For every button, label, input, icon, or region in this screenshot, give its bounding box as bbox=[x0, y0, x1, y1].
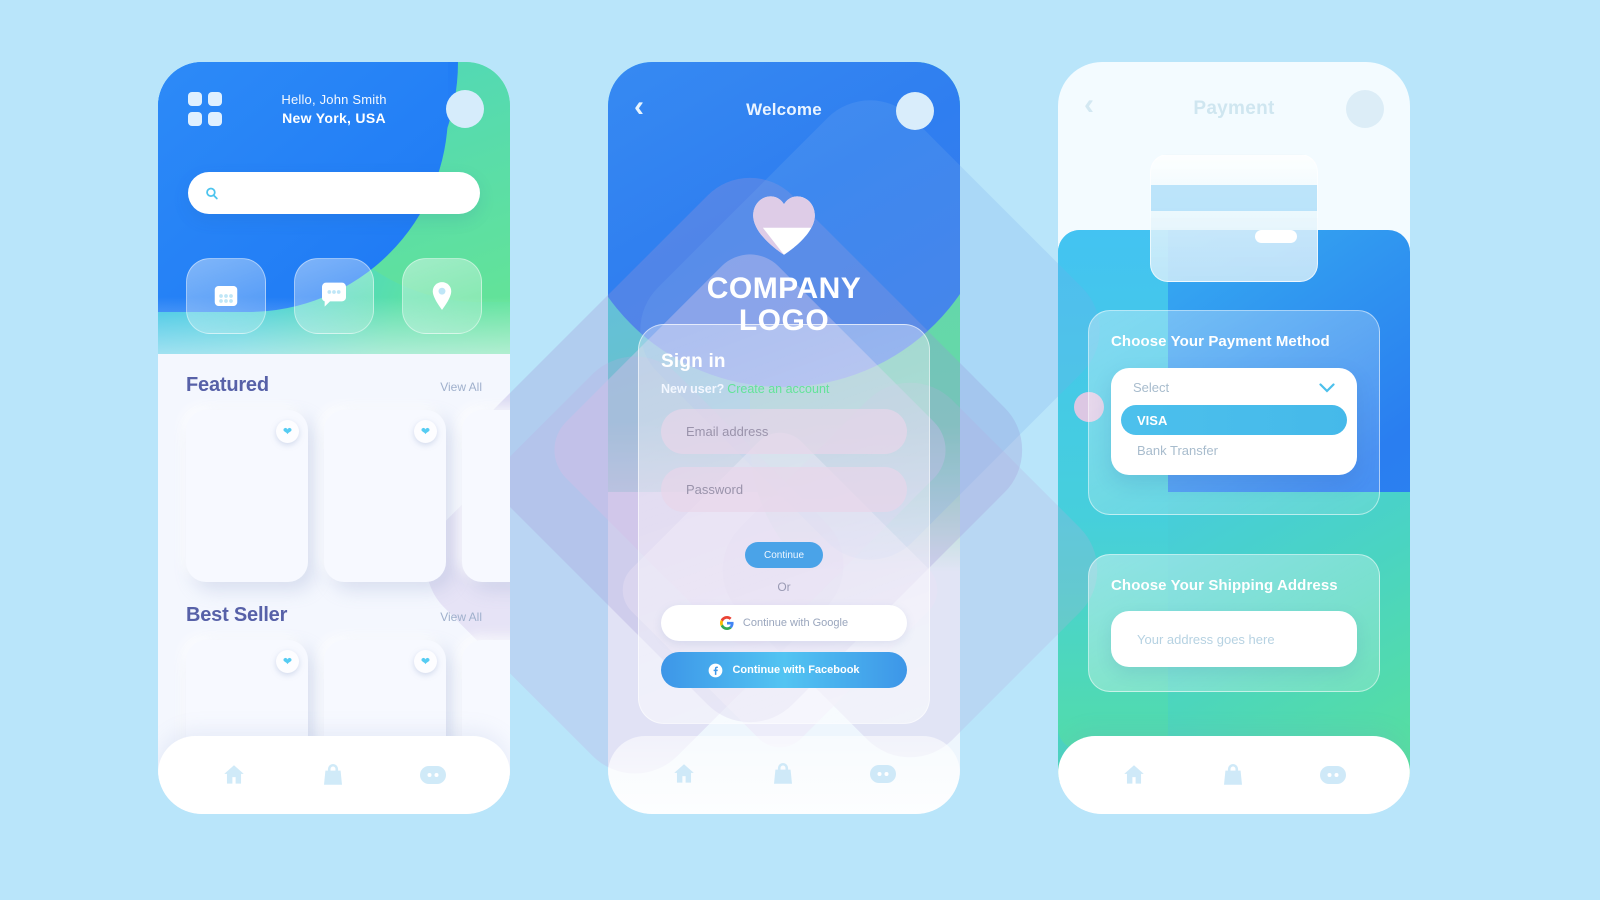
chat-bubble-icon-glyph bbox=[321, 282, 346, 307]
home-topbar: Hello, John Smith New York, USA bbox=[158, 62, 510, 182]
dropdown-placeholder: Select bbox=[1133, 380, 1170, 396]
bottom-nav bbox=[1058, 736, 1410, 814]
home-icon bbox=[674, 763, 694, 783]
nav-more-button[interactable] bbox=[869, 763, 897, 788]
search-bar[interactable] bbox=[188, 172, 480, 214]
heart-icon[interactable]: ❤ bbox=[276, 420, 299, 443]
heart-icon[interactable]: ❤ bbox=[276, 650, 299, 673]
dropdown-header[interactable]: Select bbox=[1121, 380, 1347, 405]
section-title: Best Seller bbox=[186, 604, 288, 626]
brand-logo: COMPANY LOGO bbox=[608, 194, 960, 337]
location-pin-icon-glyph bbox=[432, 282, 452, 310]
nav-more-button[interactable] bbox=[1319, 764, 1347, 786]
dropdown-option-visa[interactable]: VISA bbox=[1121, 405, 1347, 436]
avatar[interactable] bbox=[1346, 90, 1384, 128]
nav-shop-button[interactable] bbox=[321, 762, 345, 788]
section-title: Featured bbox=[186, 374, 269, 396]
avatar[interactable] bbox=[896, 92, 934, 130]
google-button-label: Continue with Google bbox=[742, 617, 849, 629]
signin-heading: Sign in bbox=[661, 351, 726, 372]
password-field[interactable] bbox=[661, 467, 907, 512]
continue-with-facebook-button[interactable]: Continue with Facebook bbox=[661, 652, 907, 688]
heart-logo-icon bbox=[753, 196, 815, 255]
nav-home-button[interactable] bbox=[1121, 762, 1147, 788]
payment-topbar: ‹ Payment bbox=[1058, 62, 1410, 162]
shipping-address-heading: Choose Your Shipping Address bbox=[1111, 577, 1338, 594]
home-icon bbox=[224, 765, 244, 784]
quick-actions bbox=[186, 258, 482, 334]
product-card[interactable]: ❤ bbox=[324, 410, 446, 582]
payment-method-heading: Choose Your Payment Method bbox=[1111, 333, 1330, 350]
nav-shop-button[interactable] bbox=[1221, 762, 1245, 788]
nav-home-button[interactable] bbox=[671, 761, 697, 790]
phone-screen-payment: ‹ Payment Choose Your Payment Method Sel… bbox=[1058, 62, 1410, 814]
search-input[interactable] bbox=[219, 185, 480, 201]
categories-grid-icon[interactable] bbox=[186, 258, 266, 334]
continue-with-google-button[interactable]: Continue with Google bbox=[661, 605, 907, 641]
dropdown-option-bank-transfer[interactable]: Bank Transfer bbox=[1121, 435, 1347, 465]
phone-screen-home: Hello, John Smith New York, USA Featured… bbox=[158, 62, 510, 814]
more-dots-icon bbox=[1320, 766, 1346, 784]
view-all-best-seller[interactable]: View All bbox=[440, 610, 482, 624]
bag-icon bbox=[774, 762, 792, 784]
home-icon bbox=[1124, 765, 1144, 784]
nav-more-button[interactable] bbox=[419, 764, 447, 786]
bottom-nav bbox=[608, 736, 960, 814]
payment-method-dropdown[interactable]: Select VISA Bank Transfer bbox=[1111, 368, 1357, 476]
email-field[interactable] bbox=[661, 409, 907, 454]
facebook-button-label: Continue with Facebook bbox=[732, 664, 860, 676]
section-best-seller-header: Best Seller View All bbox=[186, 604, 482, 627]
view-all-featured[interactable]: View All bbox=[440, 380, 482, 394]
continue-button[interactable]: Continue bbox=[745, 542, 823, 568]
featured-card-list: ❤ ❤ ❤ bbox=[186, 410, 510, 582]
section-featured-header: Featured View All bbox=[186, 374, 482, 397]
mockup-stage: Hello, John Smith New York, USA Featured… bbox=[0, 0, 1600, 900]
chevron-down-icon bbox=[1319, 383, 1335, 393]
categories-grid-icon-glyph bbox=[214, 286, 238, 306]
location-pin-icon[interactable] bbox=[402, 258, 482, 334]
signin-topbar: ‹ Welcome bbox=[608, 62, 960, 162]
avatar[interactable] bbox=[446, 90, 484, 128]
more-dots-icon bbox=[420, 766, 446, 784]
product-card[interactable]: ❤ bbox=[462, 410, 510, 582]
payment-method-card: Choose Your Payment Method Select VISA B… bbox=[1088, 310, 1380, 515]
search-icon bbox=[206, 187, 218, 199]
new-user-label: New user? bbox=[661, 382, 725, 396]
create-account-link[interactable]: Create an account bbox=[727, 382, 829, 396]
phone-screen-signin: ‹ Welcome COMPANY LOGO Sign in New user?… bbox=[608, 62, 960, 814]
address-input[interactable] bbox=[1111, 611, 1357, 668]
bag-icon bbox=[1224, 763, 1242, 785]
heart-icon[interactable]: ❤ bbox=[414, 420, 437, 443]
or-divider-label: Or bbox=[777, 580, 791, 594]
nav-home-button[interactable] bbox=[221, 762, 247, 788]
chat-bubble-icon[interactable] bbox=[294, 258, 374, 334]
facebook-f-icon bbox=[709, 663, 723, 677]
bag-icon bbox=[324, 763, 342, 785]
product-card[interactable]: ❤ bbox=[186, 410, 308, 582]
shipping-address-card: Choose Your Shipping Address bbox=[1088, 554, 1380, 692]
bottom-nav bbox=[158, 736, 510, 814]
heart-icon[interactable]: ❤ bbox=[414, 650, 437, 673]
more-dots-icon bbox=[870, 764, 896, 783]
google-g-icon bbox=[719, 616, 734, 630]
nav-shop-button[interactable] bbox=[771, 761, 795, 790]
signin-form-card: Sign in New user?Create an account Conti… bbox=[638, 324, 930, 724]
new-user-row: New user? Create an account bbox=[661, 382, 907, 396]
brand-line-1: COMPANY bbox=[706, 272, 862, 305]
credit-card-icon bbox=[1150, 154, 1318, 282]
